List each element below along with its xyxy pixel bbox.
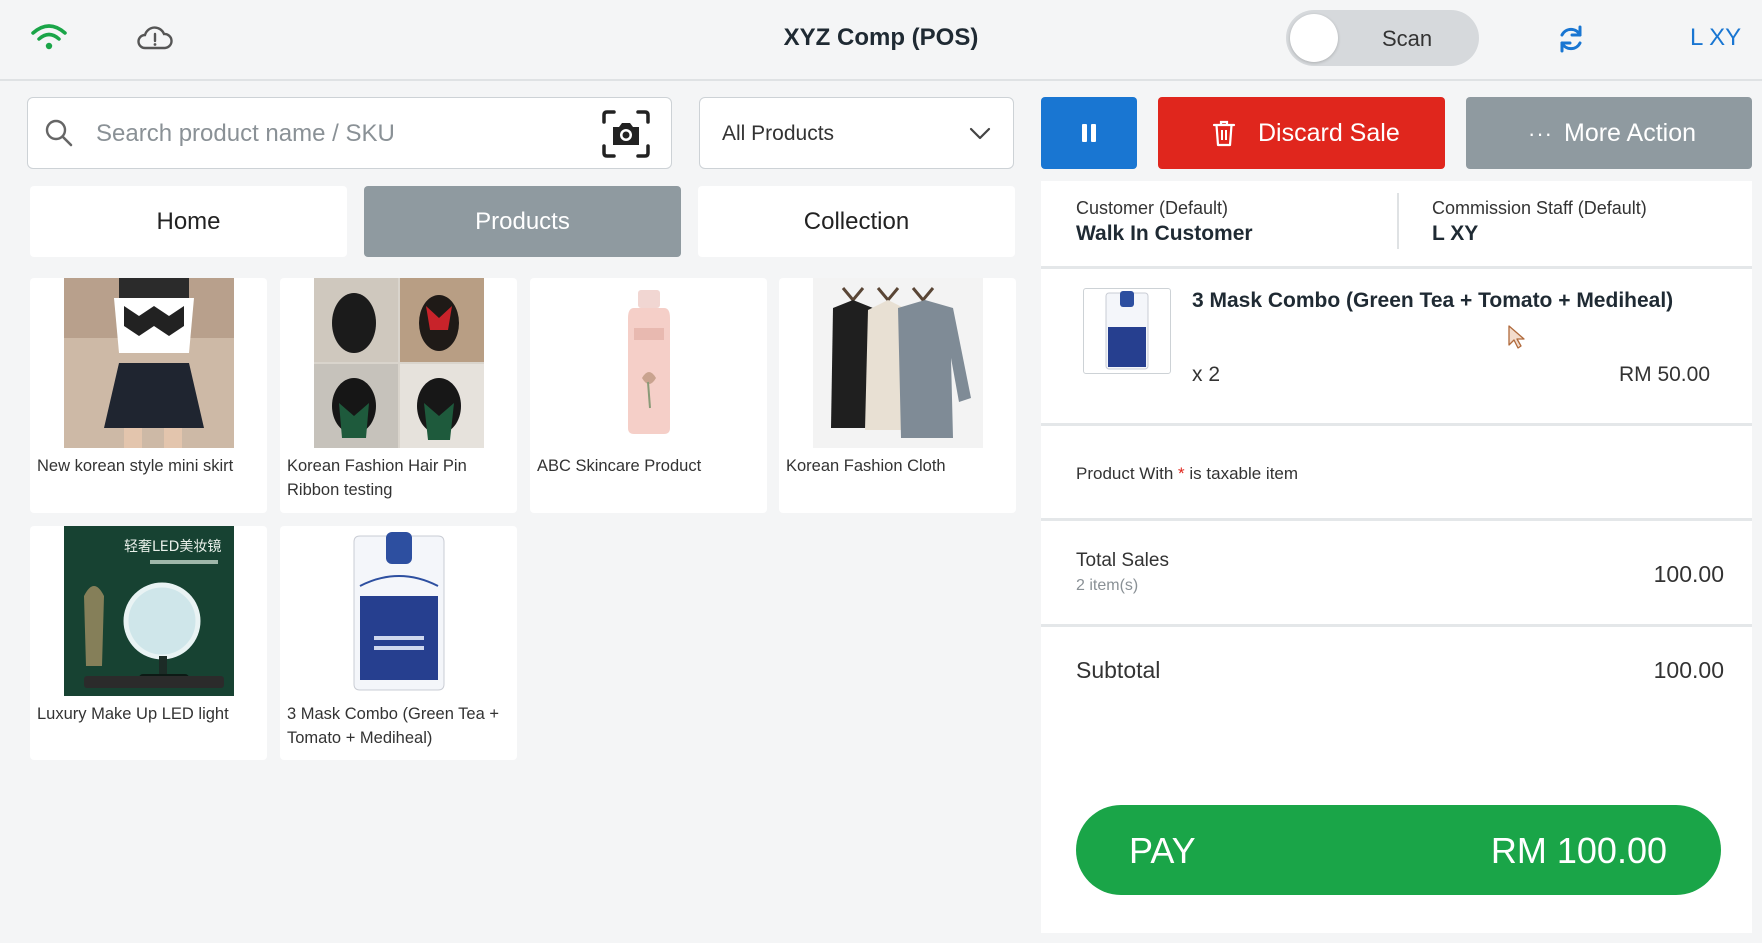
product-card[interactable]: 3 Mask Combo (Green Tea + Tomato + Medih… <box>280 526 517 760</box>
cart-item-qty: x 2 <box>1192 363 1221 386</box>
product-image-face-mask <box>314 526 484 696</box>
product-name: New korean style mini skirt <box>37 457 234 475</box>
product-image-sweaters <box>813 278 983 448</box>
search-icon <box>45 119 73 147</box>
more-dots-icon: ··· <box>1528 121 1553 146</box>
product-filter-dropdown[interactable]: All Products <box>699 97 1014 169</box>
scan-label: Scan <box>1382 26 1433 51</box>
scan-toggle[interactable]: Scan <box>1286 10 1479 66</box>
camera-scan-icon[interactable] <box>600 108 652 160</box>
filter-selected-value: All Products <box>722 122 835 145</box>
tab-home[interactable]: Home <box>30 186 347 257</box>
product-image-text: 轻奢LED美妆镜 <box>124 539 221 555</box>
more-action-button[interactable]: ··· More Action <box>1466 97 1752 169</box>
cart-item-name: 3 Mask Combo (Green Tea + Tomato + Medih… <box>1192 289 1674 312</box>
total-sales-value: 100.00 <box>1653 561 1724 587</box>
total-sales-items: 2 item(s) <box>1076 577 1139 594</box>
product-name: Korean Fashion Hair Pin Ribbon testing <box>287 457 467 499</box>
cart-line-item[interactable]: 3 Mask Combo (Green Tea + Tomato + Medih… <box>1041 269 1752 426</box>
pay-amount: RM 100.00 <box>1490 830 1667 871</box>
pay-label: PAY <box>1129 830 1196 871</box>
product-name: 3 Mask Combo (Green Tea + Tomato + Medih… <box>287 705 500 747</box>
customer-label: Customer (Default) <box>1076 198 1229 218</box>
trash-icon <box>1212 120 1236 147</box>
product-card[interactable]: New korean style mini skirt <box>30 278 267 513</box>
customer-section: Customer (Default) Walk In Customer Comm… <box>1041 181 1752 269</box>
cloud-alert-icon[interactable] <box>136 22 174 54</box>
search-box <box>27 97 672 169</box>
more-action-label: More Action <box>1564 119 1697 147</box>
tab-collection[interactable]: Collection <box>698 186 1015 257</box>
sync-icon[interactable] <box>1556 24 1586 54</box>
divider <box>1397 193 1399 249</box>
cart-panel: Customer (Default) Walk In Customer Comm… <box>1041 181 1752 933</box>
chevron-down-icon <box>969 127 991 140</box>
pay-button[interactable]: PAY RM 100.00 <box>1076 805 1721 895</box>
search-input[interactable] <box>96 112 556 156</box>
tab-products[interactable]: Products <box>364 186 681 257</box>
product-image-skirt <box>64 278 234 448</box>
product-name: Korean Fashion Cloth <box>786 457 946 475</box>
total-sales-label: Total Sales <box>1076 550 1169 571</box>
cart-item-price: RM 50.00 <box>1618 363 1710 386</box>
page-title: XYZ Comp (POS) <box>783 24 979 51</box>
product-card[interactable]: 轻奢LED美妆镜 Luxury Make Up LED light <box>30 526 267 760</box>
subtotal-label: Subtotal <box>1076 657 1161 683</box>
product-name: Luxury Make Up LED light <box>37 705 229 723</box>
tax-note-text: Product With * is taxable item <box>1076 464 1299 483</box>
cart-item-thumbnail <box>1083 288 1171 374</box>
customer-value: Walk In Customer <box>1076 222 1253 245</box>
wifi-icon[interactable] <box>30 22 68 52</box>
product-image-led-mirror: 轻奢LED美妆镜 <box>64 526 234 696</box>
staff-value: L XY <box>1432 222 1479 245</box>
product-image-skincare-bottle <box>564 278 734 448</box>
product-card[interactable]: Korean Fashion Cloth <box>779 278 1016 513</box>
product-card[interactable]: Korean Fashion Hair Pin Ribbon testing <box>280 278 517 513</box>
tax-note: Product With * is taxable item <box>1041 426 1752 521</box>
product-card[interactable]: ABC Skincare Product <box>530 278 767 513</box>
discard-sale-label: Discard Sale <box>1258 119 1400 147</box>
top-bar: XYZ Comp (POS) Scan L XY <box>0 0 1762 81</box>
scan-toggle-knob <box>1290 14 1338 62</box>
total-sales-row: Total Sales 2 item(s) 100.00 <box>1041 521 1752 627</box>
park-sale-button[interactable] <box>1041 97 1137 169</box>
subtotal-value: 100.00 <box>1653 657 1724 683</box>
user-name[interactable]: L XY <box>1690 24 1741 52</box>
product-image-hair-ribbon <box>314 278 484 448</box>
discard-sale-button[interactable]: Discard Sale <box>1158 97 1445 169</box>
product-name: ABC Skincare Product <box>537 457 702 475</box>
staff-label: Commission Staff (Default) <box>1432 198 1647 218</box>
mouse-cursor-icon <box>1508 325 1525 349</box>
